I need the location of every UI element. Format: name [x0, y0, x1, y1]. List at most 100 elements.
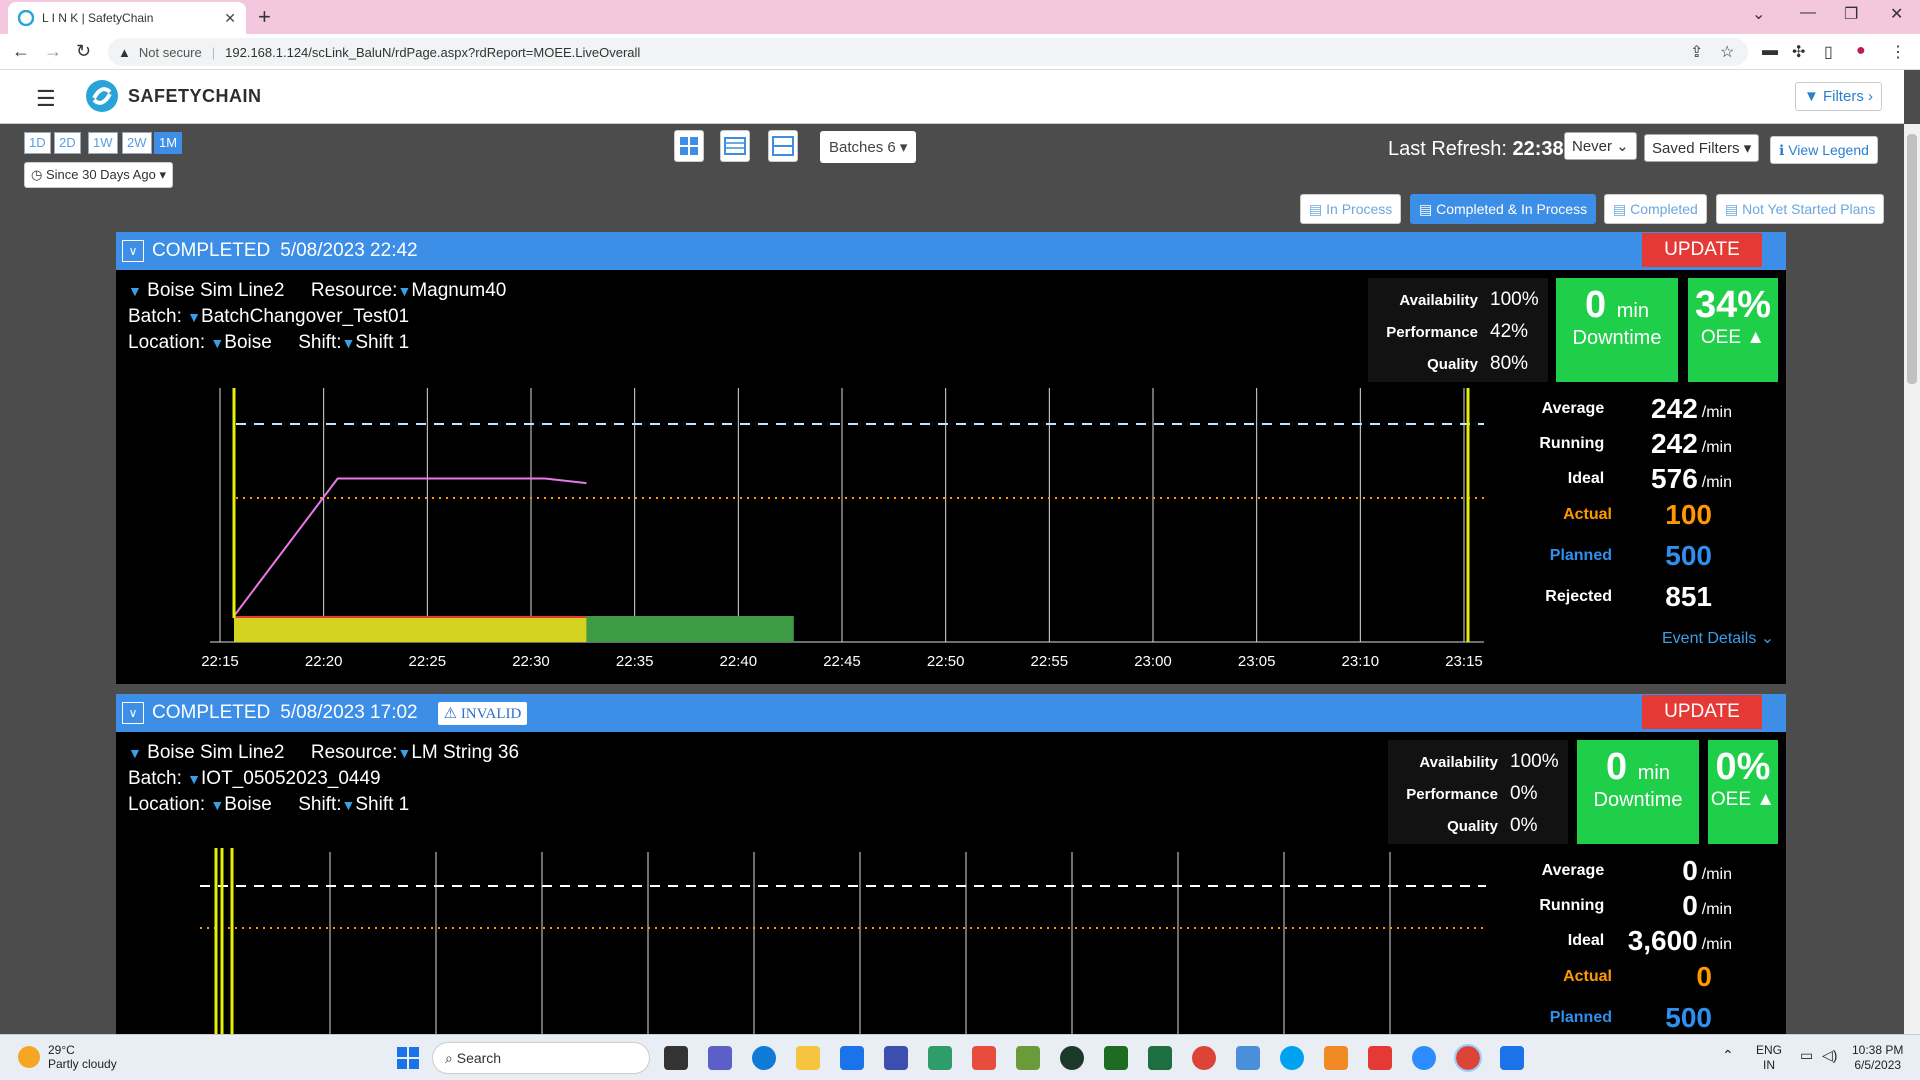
search-icon: ⌕ — [445, 1049, 453, 1066]
location-label: Location: — [128, 794, 206, 815]
reload-icon[interactable]: ↻ — [76, 41, 91, 62]
mail-icon[interactable] — [840, 1046, 864, 1070]
mode-button-not-yet-started-plans[interactable]: ▤ Not Yet Started Plans — [1716, 194, 1885, 224]
filters-button[interactable]: ▼ Filters › — [1794, 82, 1882, 111]
chrome-icon[interactable] — [1192, 1046, 1216, 1070]
app-icon[interactable] — [1500, 1046, 1524, 1070]
funnel-icon[interactable]: ▼ — [397, 283, 411, 299]
since-dropdown[interactable]: ◷ Since 30 Days Ago ▾ — [24, 162, 173, 188]
line-name: Boise Sim Line2 — [147, 742, 285, 763]
range-button-1m[interactable]: 1M — [154, 132, 183, 154]
split-view-icon — [772, 136, 794, 156]
extension-icon[interactable]: ▬ — [1762, 42, 1778, 60]
taskbar-search[interactable]: ⌕ Search — [432, 1042, 650, 1074]
app-icon[interactable] — [1324, 1046, 1348, 1070]
scrollbar-thumb[interactable] — [1907, 134, 1917, 384]
batches-label: Batches 6 — [829, 139, 896, 156]
range-button-1d[interactable]: 1D — [24, 132, 51, 154]
mode-button-in-process[interactable]: ▤ In Process — [1300, 194, 1402, 224]
back-icon[interactable]: ← — [12, 41, 30, 62]
app-icon[interactable] — [884, 1046, 908, 1070]
new-tab-icon[interactable]: + — [258, 4, 271, 30]
batches-dropdown[interactable]: Batches 6 ▾ — [820, 131, 917, 163]
page-scrollbar[interactable] — [1904, 124, 1920, 1034]
excel-icon[interactable] — [1148, 1046, 1172, 1070]
average-value: 0 — [1682, 855, 1698, 886]
view-legend-button[interactable]: ℹ View Legend — [1770, 136, 1878, 164]
url-field[interactable]: ▲ Not secure | 192.168.1.124/scLink_Balu… — [108, 38, 1748, 66]
view-legend-label: View Legend — [1788, 142, 1869, 158]
tab-search-icon[interactable]: ⌄ — [1752, 4, 1765, 24]
network-icon[interactable]: ▭ — [1800, 1048, 1813, 1063]
funnel-icon[interactable]: ▼ — [210, 335, 224, 351]
hamburger-menu-icon[interactable]: ☰ — [36, 86, 56, 112]
maximize-icon[interactable]: ❐ — [1844, 4, 1858, 24]
funnel-icon[interactable]: ▼ — [187, 309, 201, 325]
funnel-icon[interactable]: ▼ — [187, 771, 201, 787]
range-button-2d[interactable]: 2D — [54, 132, 81, 154]
app-icon[interactable] — [1236, 1046, 1260, 1070]
profile-icon[interactable]: ● — [1856, 42, 1866, 60]
close-tab-icon[interactable]: ✕ — [224, 10, 236, 27]
funnel-icon[interactable]: ▼ — [128, 745, 142, 761]
tray-chevron-icon[interactable]: ⌃ — [1722, 1048, 1734, 1063]
logo-text: SAFETYCHAIN — [128, 85, 262, 106]
windows-start-icon[interactable] — [397, 1047, 419, 1069]
menu-icon[interactable]: ⋮ — [1890, 42, 1906, 62]
card-info: ▼ Boise Sim Line2 Resource:▼LM String 36… — [128, 740, 519, 818]
list-view-button[interactable] — [720, 130, 750, 162]
volume-icon[interactable]: ◁) — [1822, 1048, 1837, 1063]
grid-view-button[interactable] — [674, 130, 704, 162]
funnel-icon[interactable]: ▼ — [397, 745, 411, 761]
task-view-icon[interactable] — [664, 1046, 688, 1070]
puzzle-icon[interactable]: ✣ — [1792, 42, 1805, 62]
oee-box[interactable]: 34% OEE ▲ — [1688, 278, 1778, 382]
funnel-icon[interactable]: ▼ — [342, 335, 356, 351]
star-icon[interactable]: ☆ — [1720, 42, 1734, 62]
split-view-button[interactable] — [768, 130, 798, 162]
teams-icon[interactable] — [708, 1046, 732, 1070]
collapse-chevron-icon[interactable]: ∨ — [122, 240, 144, 262]
chrome-active-icon[interactable] — [1454, 1044, 1482, 1072]
zoom-icon[interactable] — [1412, 1046, 1436, 1070]
edge-icon[interactable] — [752, 1046, 776, 1070]
app-icon[interactable] — [972, 1046, 996, 1070]
card-header[interactable]: ∨ COMPLETED 5/08/2023 17:02 ⚠ INVALID UP… — [116, 694, 1786, 732]
forward-icon[interactable]: → — [44, 41, 62, 62]
caret-up-icon: ▲ — [1756, 789, 1776, 810]
funnel-icon[interactable]: ▼ — [210, 797, 224, 813]
chart-app-icon[interactable] — [1104, 1046, 1128, 1070]
share-icon[interactable]: ⇪ — [1690, 42, 1703, 62]
mode-button-completed[interactable]: ▤ Completed — [1604, 194, 1707, 224]
skype-icon[interactable] — [1280, 1046, 1304, 1070]
funnel-icon[interactable]: ▼ — [128, 283, 142, 299]
oee-box[interactable]: 0% OEE ▲ — [1708, 740, 1778, 844]
range-button-1w[interactable]: 1W — [88, 132, 118, 154]
close-window-icon[interactable]: ✕ — [1890, 4, 1903, 24]
update-button[interactable]: UPDATE — [1642, 233, 1762, 267]
clock[interactable]: 10:38 PM 6/5/2023 — [1852, 1043, 1903, 1073]
sidebar-icon[interactable]: ▯ — [1824, 42, 1833, 62]
app-icon[interactable] — [928, 1046, 952, 1070]
weather-icon — [18, 1046, 40, 1068]
funnel-icon[interactable]: ▼ — [342, 797, 356, 813]
minimize-icon[interactable]: — — [1800, 4, 1816, 22]
weather-widget[interactable]: 29°C Partly cloudy — [18, 1043, 117, 1071]
mode-button-completed-in-process[interactable]: ▤ Completed & In Process — [1410, 194, 1597, 224]
rate-unit: /min — [1701, 439, 1732, 456]
file-explorer-icon[interactable] — [796, 1046, 820, 1070]
app-icon[interactable] — [1368, 1046, 1392, 1070]
event-details-link[interactable]: Event Details ⌄ — [1662, 628, 1774, 648]
refresh-interval-select[interactable]: Never ⌄ — [1564, 132, 1637, 160]
downtime-box: 0 min Downtime — [1556, 278, 1678, 382]
collapse-chevron-icon[interactable]: ∨ — [122, 702, 144, 724]
card-header[interactable]: ∨ COMPLETED 5/08/2023 22:42 UPDATE — [116, 232, 1786, 270]
update-button[interactable]: UPDATE — [1642, 695, 1762, 729]
language-indicator[interactable]: ENG IN — [1756, 1043, 1782, 1073]
since-label: Since 30 Days Ago — [45, 167, 156, 182]
app-icon[interactable] — [1060, 1046, 1084, 1070]
app-icon[interactable] — [1016, 1046, 1040, 1070]
saved-filters-dropdown[interactable]: Saved Filters ▾ — [1644, 134, 1760, 162]
browser-tab[interactable]: L I N K | SafetyChain ✕ — [8, 2, 246, 34]
range-button-2w[interactable]: 2W — [122, 132, 152, 154]
